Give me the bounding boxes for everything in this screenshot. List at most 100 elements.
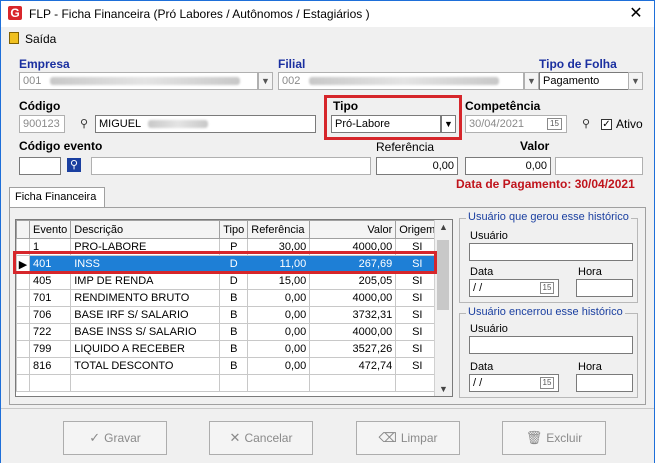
usuario-gerou-label: Usuário [470, 230, 508, 242]
excluir-button[interactable]: 🗑 Excluir [502, 421, 606, 455]
column-header[interactable]: Descrição [70, 220, 221, 239]
table-cell: B [219, 357, 249, 375]
hora-encerrou-input[interactable] [576, 374, 633, 392]
filial-dropdown-icon[interactable]: ▼ [524, 72, 539, 90]
data-gerou-label: Data [470, 266, 494, 278]
scroll-up-icon[interactable]: ▲ [435, 222, 452, 232]
table-row[interactable]: 701 RENDIMENTO BRUTO B 0,00 4000,00 SI [16, 289, 440, 307]
table-cell: BASE INSS S/ SALARIO [70, 323, 221, 341]
limpar-button[interactable]: ⌫ Limpar [356, 421, 460, 455]
tipo-folha-select[interactable]: Pagamento [539, 72, 629, 90]
data-encerrou-label: Data [470, 361, 494, 373]
column-header[interactable]: Referência [247, 220, 311, 239]
tab-ficha-financeira[interactable]: Ficha Financeira [9, 187, 105, 207]
excluir-label: Excluir [546, 431, 583, 445]
table-cell [28, 374, 72, 392]
valor-input[interactable]: 0,00 [465, 157, 551, 175]
empresa-dropdown-icon[interactable]: ▼ [258, 72, 273, 90]
filial-name-redacted [309, 77, 500, 86]
table-cell: 472,74 [309, 357, 397, 375]
binoculars-icon[interactable]: ⚲ [75, 116, 93, 132]
row-indicator [16, 323, 30, 341]
table-cell: 0,00 [247, 289, 311, 307]
table-cell: 706 [28, 306, 72, 324]
referencia-input[interactable]: 0,00 [376, 157, 458, 175]
ficha-grid[interactable]: Evento Descrição Tipo Referência Valor O… [15, 219, 453, 397]
historico-gerou-group: Usuário que gerou esse histórico Usuário… [459, 211, 638, 303]
table-cell: RENDIMENTO BRUTO [70, 289, 221, 307]
table-cell: SI [395, 272, 440, 290]
filial-select[interactable]: 002 [278, 72, 524, 90]
historico-encerrou-title: Usuário encerrou esse histórico [466, 306, 625, 318]
cancelar-button[interactable]: ✕ Cancelar [209, 421, 313, 455]
ativo-checkbox[interactable]: ✓ [601, 119, 612, 130]
table-cell: IMP DE RENDA [70, 272, 221, 290]
table-cell: 3732,31 [309, 306, 397, 324]
column-header[interactable]: Origem [395, 220, 440, 239]
table-cell: B [219, 323, 249, 341]
usuario-gerou-input[interactable] [469, 243, 633, 261]
codigo-evento-input[interactable] [19, 157, 61, 175]
data-encerrou-value: / / [473, 377, 483, 389]
table-cell [70, 374, 221, 392]
table-cell: SI [395, 357, 440, 375]
empresa-label: Empresa [19, 57, 70, 71]
table-cell: 722 [28, 323, 72, 341]
row-indicator [16, 357, 30, 375]
employee-surname-redacted [147, 120, 208, 129]
valor-label: Valor [520, 139, 550, 153]
trash-icon: 🗑 [525, 430, 543, 445]
menu-exit[interactable]: Saída [25, 32, 56, 46]
column-header[interactable]: Tipo [219, 220, 249, 239]
table-cell: TOTAL DESCONTO [70, 357, 221, 375]
calendar-icon[interactable]: 15 [540, 377, 554, 389]
close-button[interactable]: ✕ [624, 4, 648, 24]
indicator-header [16, 220, 30, 239]
empresa-select[interactable]: 001 [19, 72, 258, 90]
table-cell: 205,05 [309, 272, 397, 290]
scroll-thumb[interactable] [437, 240, 449, 310]
tipo-folha-value: Pagamento [543, 75, 600, 87]
table-row[interactable]: 706 BASE IRF S/ SALARIO B 0,00 3732,31 SI [16, 306, 440, 324]
lock-icon [9, 32, 19, 44]
table-cell [395, 374, 440, 392]
table-row[interactable]: 722 BASE INSS S/ SALARIO B 0,00 4000,00 SI [16, 323, 440, 341]
table-cell: 0,00 [247, 357, 311, 375]
tipo-folha-dropdown-icon[interactable]: ▼ [628, 72, 643, 90]
column-header[interactable]: Evento [28, 220, 72, 239]
referencia-label: Referência [376, 140, 435, 154]
table-row[interactable]: 816 TOTAL DESCONTO B 0,00 472,74 SI [16, 357, 440, 375]
calendar-icon[interactable]: 15 [540, 282, 554, 294]
table-cell [309, 374, 397, 392]
row-indicator [16, 306, 30, 324]
codigo-input[interactable]: 900123 [19, 115, 65, 133]
table-cell [16, 374, 30, 392]
ativo-label: Ativo [616, 117, 643, 131]
event-search-icon[interactable]: ⚲ [67, 158, 81, 172]
hora-gerou-input[interactable] [576, 279, 633, 297]
row-indicator [16, 340, 30, 358]
employee-name-field: MIGUEL [95, 115, 316, 133]
empresa-code: 001 [23, 75, 42, 87]
table-row[interactable]: 405 IMP DE RENDA D 15,00 205,05 SI [16, 272, 440, 290]
table-row[interactable]: 799 LIQUIDO A RECEBER B 0,00 3527,26 SI [16, 340, 440, 358]
table-cell: 0,00 [247, 306, 311, 324]
search-binoculars-icon[interactable]: ⚲ [577, 116, 595, 132]
table-cell: 3527,26 [309, 340, 397, 358]
grid-scrollbar[interactable]: ▲ ▼ [434, 220, 452, 396]
button-bar: ✓ Gravar ✕ Cancelar ⌫ Limpar 🗑 Excluir [1, 408, 654, 463]
table-cell: BASE IRF S/ SALARIO [70, 306, 221, 324]
calendar-icon[interactable]: 15 [547, 118, 562, 130]
usuario-encerrou-label: Usuário [470, 323, 508, 335]
codigo-label: Código [19, 99, 61, 113]
limpar-label: Limpar [400, 431, 438, 445]
scroll-down-icon[interactable]: ▼ [435, 384, 452, 394]
column-header[interactable]: Valor [309, 220, 397, 239]
usuario-encerrou-input[interactable] [469, 336, 633, 354]
table-cell: B [219, 289, 249, 307]
table-cell: SI [395, 340, 440, 358]
table-cell: 0,00 [247, 340, 311, 358]
window-title: FLP - Ficha Financeira (Pró Labores / Au… [29, 7, 370, 21]
competencia-label: Competência [465, 99, 541, 113]
gravar-button[interactable]: ✓ Gravar [63, 421, 167, 455]
